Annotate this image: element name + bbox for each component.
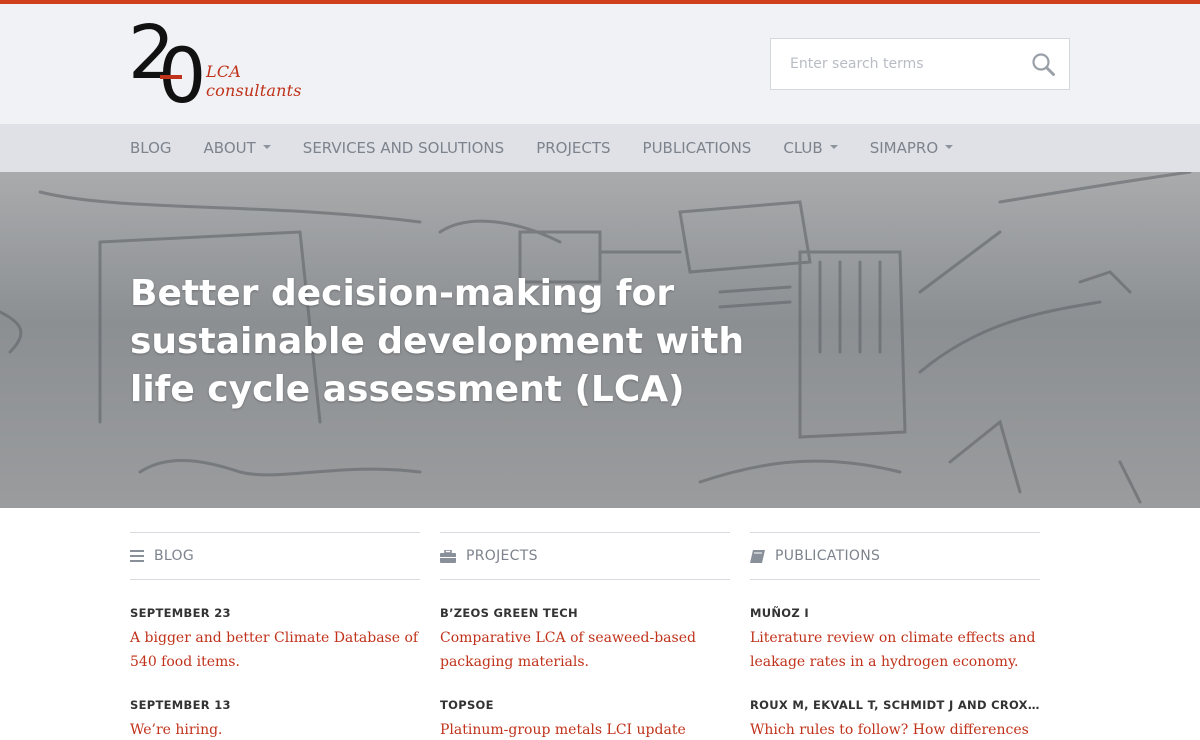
- list-item: SEPTEMBER 23 A bigger and better Climate…: [130, 606, 420, 674]
- list-item: MUÑOZ I Literature review on climate eff…: [750, 606, 1040, 674]
- entry-authors: ROUX M, EKVALL T, SCHMIDT J AND CROXAT..…: [750, 698, 1040, 712]
- nav-item-simapro[interactable]: SIMAPRO: [869, 124, 954, 172]
- content-columns: BLOG SEPTEMBER 23 A bigger and better Cl…: [130, 532, 1040, 740]
- search-icon[interactable]: [1031, 52, 1057, 78]
- main-nav: BLOG ABOUT SERVICES AND SOLUTIONS PROJEC…: [0, 124, 1200, 172]
- nav-item-blog[interactable]: BLOG: [130, 124, 172, 172]
- list-item: B’ZEOS GREEN TECH Comparative LCA of sea…: [440, 606, 730, 674]
- nav-label: PROJECTS: [536, 139, 611, 157]
- nav-item-about[interactable]: ABOUT: [204, 124, 271, 172]
- nav-item-club[interactable]: CLUB: [783, 124, 838, 172]
- hero-headline: Better decision-making for sustainable d…: [130, 273, 744, 410]
- blog-heading-label: BLOG: [154, 548, 194, 564]
- list-item: SEPTEMBER 13 We’re hiring.: [130, 698, 420, 740]
- search-box: [770, 38, 1070, 90]
- publications-heading-label: PUBLICATIONS: [775, 548, 881, 564]
- hero-banner: Better decision-making for sustainable d…: [0, 172, 1200, 508]
- blog-column: BLOG SEPTEMBER 23 A bigger and better Cl…: [130, 532, 420, 740]
- site-header: 2 0 LCA consultants: [0, 4, 1200, 124]
- nav-label: PUBLICATIONS: [642, 139, 752, 157]
- list-icon: [130, 550, 144, 562]
- nav-label: SERVICES AND SOLUTIONS: [302, 139, 505, 157]
- nav-item-projects[interactable]: PROJECTS: [536, 124, 610, 172]
- caret-down-icon: [262, 144, 271, 149]
- projects-heading[interactable]: PROJECTS: [440, 532, 730, 580]
- nav-item-publications[interactable]: PUBLICATIONS: [643, 124, 752, 172]
- entry-link[interactable]: Comparative LCA of seaweed-based packagi…: [440, 626, 730, 674]
- publications-column: PUBLICATIONS MUÑOZ I Literature review o…: [750, 532, 1040, 740]
- nav-item-services[interactable]: SERVICES AND SOLUTIONS: [303, 124, 504, 172]
- caret-down-icon: [829, 144, 838, 149]
- publications-heading[interactable]: PUBLICATIONS: [750, 532, 1040, 580]
- entry-authors: MUÑOZ I: [750, 606, 809, 620]
- entry-link[interactable]: Literature review on climate effects and…: [750, 626, 1040, 674]
- nav-label: ABOUT: [203, 139, 256, 157]
- entry-link[interactable]: We’re hiring.: [130, 718, 420, 740]
- logo-dash-icon: [160, 75, 182, 79]
- book-icon: [750, 549, 765, 563]
- entry-client: TOPSOE: [440, 698, 494, 712]
- entry-date: SEPTEMBER 13: [130, 698, 231, 712]
- logo[interactable]: 2 0 LCA consultants: [128, 16, 338, 114]
- nav-label: SIMAPRO: [869, 139, 939, 157]
- entry-date: SEPTEMBER 23: [130, 606, 231, 620]
- entry-link[interactable]: A bigger and better Climate Database of …: [130, 626, 420, 674]
- entry-link[interactable]: Which rules to follow? How differences i…: [750, 718, 1040, 740]
- nav-label: CLUB: [783, 139, 823, 157]
- entry-client: B’ZEOS GREEN TECH: [440, 606, 578, 620]
- list-item: TOPSOE Platinum-group metals LCI update: [440, 698, 730, 740]
- nav-label: BLOG: [130, 139, 172, 157]
- search-input[interactable]: [771, 39, 1021, 89]
- blog-heading[interactable]: BLOG: [130, 532, 420, 580]
- entry-link[interactable]: Platinum-group metals LCI update: [440, 718, 730, 740]
- briefcase-icon: [440, 549, 456, 563]
- projects-heading-label: PROJECTS: [466, 548, 538, 564]
- caret-down-icon: [945, 144, 954, 149]
- logo-tagline: LCA consultants: [206, 62, 302, 100]
- projects-column: PROJECTS B’ZEOS GREEN TECH Comparative L…: [440, 532, 730, 740]
- list-item: ROUX M, EKVALL T, SCHMIDT J AND CROXAT..…: [750, 698, 1040, 740]
